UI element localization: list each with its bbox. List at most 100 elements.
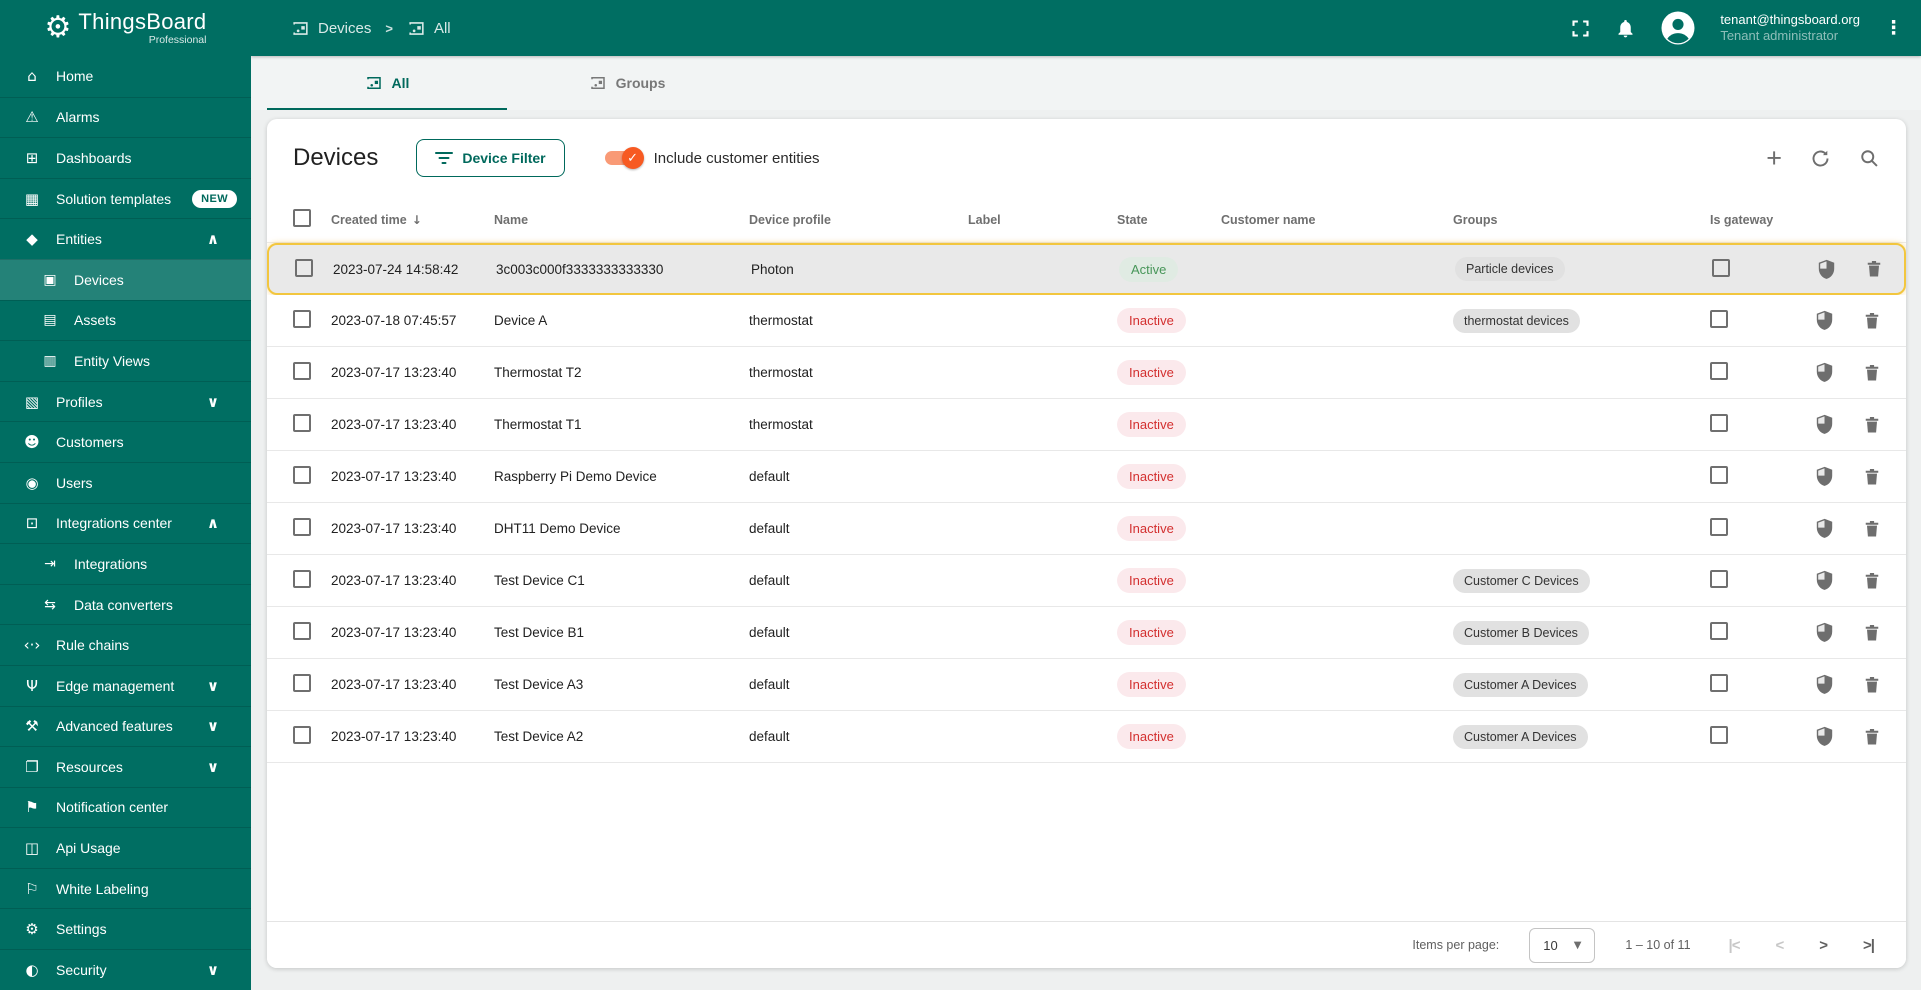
column-state[interactable]: State [1117, 213, 1221, 227]
manage-credentials-shield-icon[interactable] [1816, 259, 1837, 280]
app-logo[interactable]: ⚙ ThingsBoard Professional [0, 0, 251, 56]
delete-trash-icon[interactable] [1862, 311, 1882, 331]
is-gateway-checkbox[interactable] [1710, 518, 1728, 536]
sidebar-item-entity-views[interactable]: ▥ Entity Views [0, 340, 251, 381]
column-created-time[interactable]: Created time ↓ [331, 213, 494, 227]
column-customer-name[interactable]: Customer name [1221, 213, 1453, 227]
search-button[interactable] [1859, 148, 1880, 169]
sidebar-item-notification-center[interactable]: ⚑ Notification center [0, 786, 251, 828]
manage-credentials-shield-icon[interactable] [1814, 622, 1835, 643]
sidebar-item-resources[interactable]: ❐ Resources ∨ [0, 746, 251, 787]
delete-trash-icon[interactable] [1864, 259, 1884, 279]
is-gateway-checkbox[interactable] [1710, 414, 1728, 432]
sidebar-item-api-usage[interactable]: ◫ Api Usage [0, 827, 251, 868]
table-row[interactable]: 2023-07-17 13:23:40 DHT11 Demo Device de… [267, 503, 1906, 555]
sidebar-item-alarms[interactable]: ⚠ Alarms [0, 96, 251, 138]
row-checkbox[interactable] [293, 414, 311, 432]
user-info[interactable]: tenant@thingsboard.org Tenant administra… [1720, 12, 1860, 44]
manage-credentials-shield-icon[interactable] [1814, 518, 1835, 539]
manage-credentials-shield-icon[interactable] [1814, 466, 1835, 487]
previous-page-button[interactable]: < [1776, 937, 1785, 954]
manage-credentials-shield-icon[interactable] [1814, 414, 1835, 435]
is-gateway-checkbox[interactable] [1710, 726, 1728, 744]
table-row[interactable]: 2023-07-24 14:58:42 3c003c000f3333333333… [267, 243, 1906, 295]
device-filter-button[interactable]: Device Filter [416, 139, 565, 177]
sidebar-item-data-converters[interactable]: ⇆ Data converters [0, 583, 251, 625]
row-checkbox[interactable] [293, 310, 311, 328]
sidebar-item-devices[interactable]: ▣ Devices [0, 258, 251, 300]
next-page-button[interactable]: > [1819, 937, 1828, 954]
is-gateway-checkbox[interactable] [1710, 674, 1728, 692]
last-page-button[interactable]: >| [1863, 937, 1875, 954]
delete-trash-icon[interactable] [1862, 571, 1882, 591]
sidebar-item-customers[interactable]: ☻ Customers [0, 421, 251, 462]
row-checkbox[interactable] [293, 726, 311, 744]
refresh-button[interactable] [1810, 148, 1831, 169]
is-gateway-checkbox[interactable] [1710, 622, 1728, 640]
include-customer-entities-toggle[interactable]: ✓ [604, 147, 644, 169]
sidebar-item-rule-chains[interactable]: ‹·› Rule chains [0, 624, 251, 665]
sidebar-item-advanced-features[interactable]: ⚒ Advanced features ∨ [0, 705, 251, 747]
breadcrumb-devices[interactable]: Devices [291, 19, 371, 38]
table-row[interactable]: 2023-07-17 13:23:40 Thermostat T1 thermo… [267, 399, 1906, 451]
delete-trash-icon[interactable] [1862, 727, 1882, 747]
sidebar-item-edge-management[interactable]: Ψ Edge management ∨ [0, 664, 251, 706]
delete-trash-icon[interactable] [1862, 467, 1882, 487]
sidebar-item-white-labeling[interactable]: ⚐ White Labeling [0, 867, 251, 909]
tab-all[interactable]: All [267, 56, 507, 110]
row-checkbox[interactable] [295, 258, 313, 277]
sidebar-item-dashboards[interactable]: ⊞ Dashboards [0, 137, 251, 178]
row-checkbox[interactable] [293, 518, 311, 536]
notifications-button[interactable] [1615, 18, 1636, 39]
group-chip[interactable]: Customer A Devices [1453, 724, 1588, 749]
row-checkbox[interactable] [293, 570, 311, 588]
first-page-button[interactable]: |< [1729, 937, 1741, 954]
is-gateway-checkbox[interactable] [1710, 310, 1728, 328]
group-chip[interactable]: thermostat devices [1453, 308, 1580, 333]
fullscreen-button[interactable] [1570, 18, 1591, 39]
is-gateway-checkbox[interactable] [1710, 362, 1728, 380]
tab-groups[interactable]: Groups [507, 56, 747, 110]
table-row[interactable]: 2023-07-17 13:23:40 Raspberry Pi Demo De… [267, 451, 1906, 503]
is-gateway-checkbox[interactable] [1712, 258, 1730, 277]
manage-credentials-shield-icon[interactable] [1814, 310, 1835, 331]
sidebar-item-entities[interactable]: ◆ Entities ∧ [0, 218, 251, 259]
delete-trash-icon[interactable] [1862, 363, 1882, 383]
table-row[interactable]: 2023-07-17 13:23:40 Thermostat T2 thermo… [267, 347, 1906, 399]
table-row[interactable]: 2023-07-17 13:23:40 Test Device B1 defau… [267, 607, 1906, 659]
row-checkbox[interactable] [293, 674, 311, 692]
table-row[interactable]: 2023-07-17 13:23:40 Test Device A2 defau… [267, 711, 1906, 763]
add-device-button[interactable]: + [1766, 145, 1782, 172]
group-chip[interactable]: Particle devices [1455, 257, 1565, 281]
table-row[interactable]: 2023-07-17 13:23:40 Test Device A3 defau… [267, 659, 1906, 711]
column-device-profile[interactable]: Device profile [749, 213, 968, 227]
delete-trash-icon[interactable] [1862, 623, 1882, 643]
select-all-checkbox[interactable] [293, 209, 311, 227]
sidebar-item-users[interactable]: ◉ Users [0, 461, 251, 503]
sidebar-item-profiles[interactable]: ▧ Profiles ∨ [0, 380, 251, 422]
column-groups[interactable]: Groups [1453, 213, 1710, 227]
manage-credentials-shield-icon[interactable] [1814, 570, 1835, 591]
is-gateway-checkbox[interactable] [1710, 570, 1728, 588]
sidebar-item-assets[interactable]: ▤ Assets [0, 299, 251, 341]
column-is-gateway[interactable]: Is gateway [1710, 213, 1800, 227]
sidebar-item-security[interactable]: ◐ Security ∨ [0, 949, 251, 990]
row-checkbox[interactable] [293, 362, 311, 380]
row-checkbox[interactable] [293, 622, 311, 640]
column-label[interactable]: Label [968, 213, 1117, 227]
sidebar-item-integrations-center[interactable]: ⊡ Integrations center ∧ [0, 502, 251, 544]
sidebar-item-integrations[interactable]: ⇥ Integrations [0, 543, 251, 584]
manage-credentials-shield-icon[interactable] [1814, 726, 1835, 747]
column-name[interactable]: Name [494, 213, 749, 227]
group-chip[interactable]: Customer B Devices [1453, 620, 1589, 645]
manage-credentials-shield-icon[interactable] [1814, 674, 1835, 695]
manage-credentials-shield-icon[interactable] [1814, 362, 1835, 383]
sidebar-item-solution-templates[interactable]: ▦ Solution templates NEW [0, 177, 251, 219]
sidebar-item-home[interactable]: ⌂ Home [0, 56, 251, 97]
delete-trash-icon[interactable] [1862, 519, 1882, 539]
more-vertical-icon[interactable]: ⋮ [1884, 17, 1903, 39]
row-checkbox[interactable] [293, 466, 311, 484]
table-row[interactable]: 2023-07-17 13:23:40 Test Device C1 defau… [267, 555, 1906, 607]
avatar[interactable] [1660, 10, 1696, 46]
is-gateway-checkbox[interactable] [1710, 466, 1728, 484]
